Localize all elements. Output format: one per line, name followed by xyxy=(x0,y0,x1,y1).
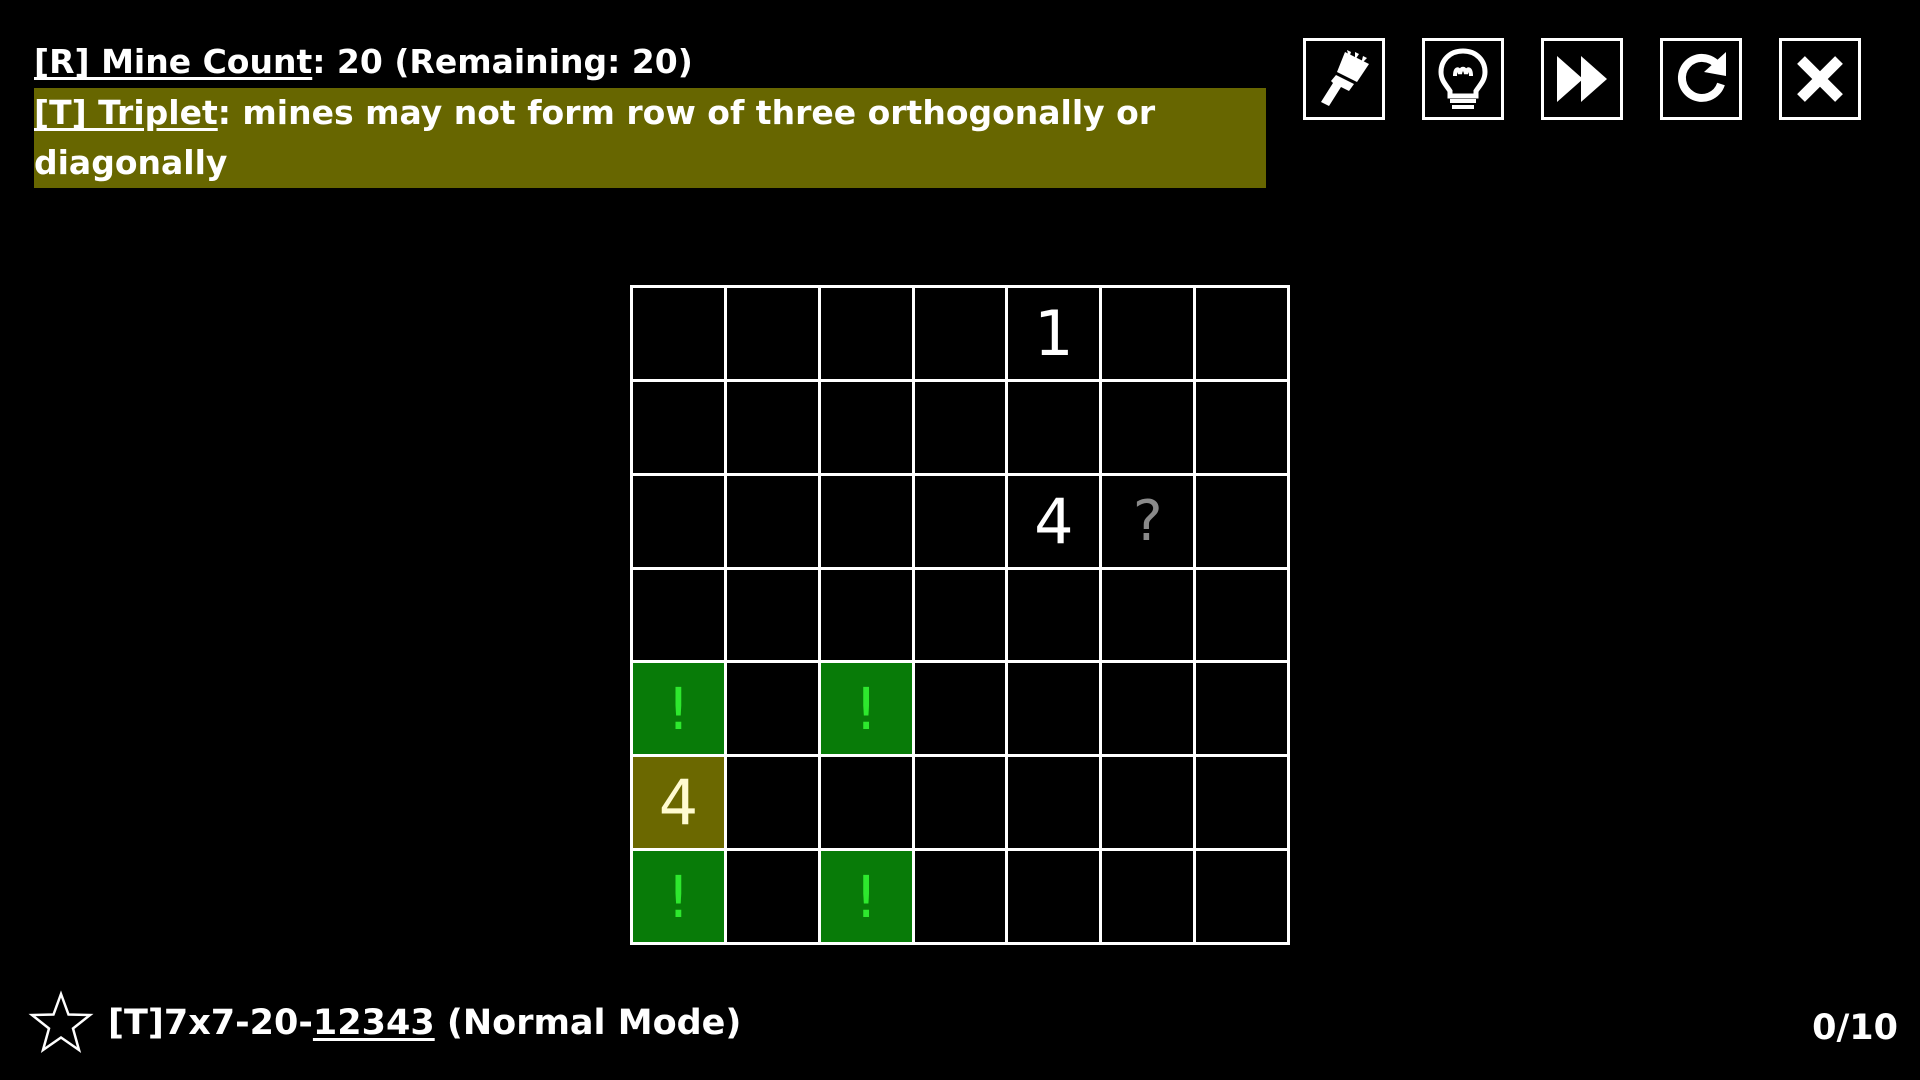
board-cell[interactable] xyxy=(1196,381,1287,473)
board-cell[interactable] xyxy=(1008,663,1100,755)
board-cell[interactable] xyxy=(726,851,818,942)
restart-icon xyxy=(1677,52,1726,102)
mine-flag-cell[interactable]: ! xyxy=(820,663,912,755)
board-cell[interactable] xyxy=(820,757,912,849)
rule-triplet[interactable]: [T] Triplet: mines may not form row of t… xyxy=(34,88,1266,188)
brush-icon xyxy=(1321,50,1369,106)
board-cell[interactable] xyxy=(914,381,1006,473)
board-cell[interactable] xyxy=(1196,475,1287,567)
board-cell[interactable] xyxy=(914,663,1006,755)
board-cell[interactable] xyxy=(726,569,818,661)
board-cell[interactable] xyxy=(1196,569,1287,661)
board-cell[interactable] xyxy=(820,475,912,567)
board-cell[interactable] xyxy=(633,569,724,661)
rule-mine-count-text: : 20 (Remaining: 20) xyxy=(312,42,693,81)
board-cell[interactable] xyxy=(1008,569,1100,661)
unknown-cell[interactable]: ? xyxy=(1102,475,1194,567)
board-cell[interactable] xyxy=(1196,288,1287,379)
close-icon xyxy=(1797,56,1843,102)
board-cell[interactable] xyxy=(1102,288,1194,379)
puzzle-seed-link[interactable]: 12343 xyxy=(313,1003,435,1043)
board-cell[interactable] xyxy=(633,475,724,567)
board-cell[interactable] xyxy=(1102,851,1194,942)
board-cell[interactable] xyxy=(726,663,818,755)
board-cell[interactable] xyxy=(820,288,912,379)
board-cell[interactable] xyxy=(1102,663,1194,755)
board-cell[interactable] xyxy=(726,288,818,379)
rule-triplet-tag[interactable]: [T] Triplet xyxy=(34,93,218,132)
board-cell[interactable] xyxy=(914,851,1006,942)
board-cell[interactable] xyxy=(1102,569,1194,661)
board-cell[interactable] xyxy=(914,288,1006,379)
skip-button[interactable] xyxy=(1541,38,1623,120)
toolbar xyxy=(1303,38,1861,120)
game-screen: [R] Mine Count: 20 (Remaining: 20) [T] T… xyxy=(0,0,1920,1080)
puzzle-id: [T]7x7-20-12343 (Normal Mode) xyxy=(108,1003,741,1043)
board-cell[interactable] xyxy=(820,381,912,473)
board-cell[interactable] xyxy=(1102,757,1194,849)
number-cell[interactable]: 1 xyxy=(1008,288,1100,379)
puzzle-prefix: [T]7x7-20- xyxy=(108,1003,313,1043)
board-cell[interactable] xyxy=(1008,757,1100,849)
board-cell[interactable] xyxy=(1008,851,1100,942)
board-cell[interactable] xyxy=(820,569,912,661)
restart-button[interactable] xyxy=(1660,38,1742,120)
board-cell[interactable] xyxy=(914,475,1006,567)
number-cell[interactable]: 4 xyxy=(1008,475,1100,567)
board-cell[interactable] xyxy=(726,475,818,567)
board-cell[interactable] xyxy=(726,757,818,849)
board-cell[interactable] xyxy=(914,569,1006,661)
puzzle-mode: (Normal Mode) xyxy=(434,1003,742,1043)
rule-mine-count-tag[interactable]: [R] Mine Count xyxy=(34,42,312,81)
board-cell[interactable] xyxy=(633,381,724,473)
board-cell[interactable] xyxy=(1008,381,1100,473)
board-cell[interactable] xyxy=(1196,663,1287,755)
mine-flag-cell[interactable]: ! xyxy=(633,663,724,755)
close-button[interactable] xyxy=(1779,38,1861,120)
number-cell[interactable]: 4 xyxy=(633,757,724,849)
favorite-star-button[interactable] xyxy=(28,990,94,1056)
game-board: 1 4?!! 4!! xyxy=(630,285,1290,945)
puzzle-info: [T]7x7-20-12343 (Normal Mode) xyxy=(28,990,741,1056)
star-icon xyxy=(28,990,94,1054)
mine-flag-cell[interactable]: ! xyxy=(820,851,912,942)
board-cell[interactable] xyxy=(914,757,1006,849)
progress-counter: 0/10 xyxy=(1812,1008,1898,1048)
board-cell[interactable] xyxy=(726,381,818,473)
rule-mine-count[interactable]: [R] Mine Count: 20 (Remaining: 20) xyxy=(34,37,693,87)
fast-forward-icon xyxy=(1557,56,1607,102)
hint-button[interactable] xyxy=(1422,38,1504,120)
board-cell[interactable] xyxy=(1196,757,1287,849)
brush-button[interactable] xyxy=(1303,38,1385,120)
hint-lightbulb-icon xyxy=(1438,48,1488,109)
mine-flag-cell[interactable]: ! xyxy=(633,851,724,942)
board-cell[interactable] xyxy=(1196,851,1287,942)
board-cell[interactable] xyxy=(633,288,724,379)
board-cell[interactable] xyxy=(1102,381,1194,473)
